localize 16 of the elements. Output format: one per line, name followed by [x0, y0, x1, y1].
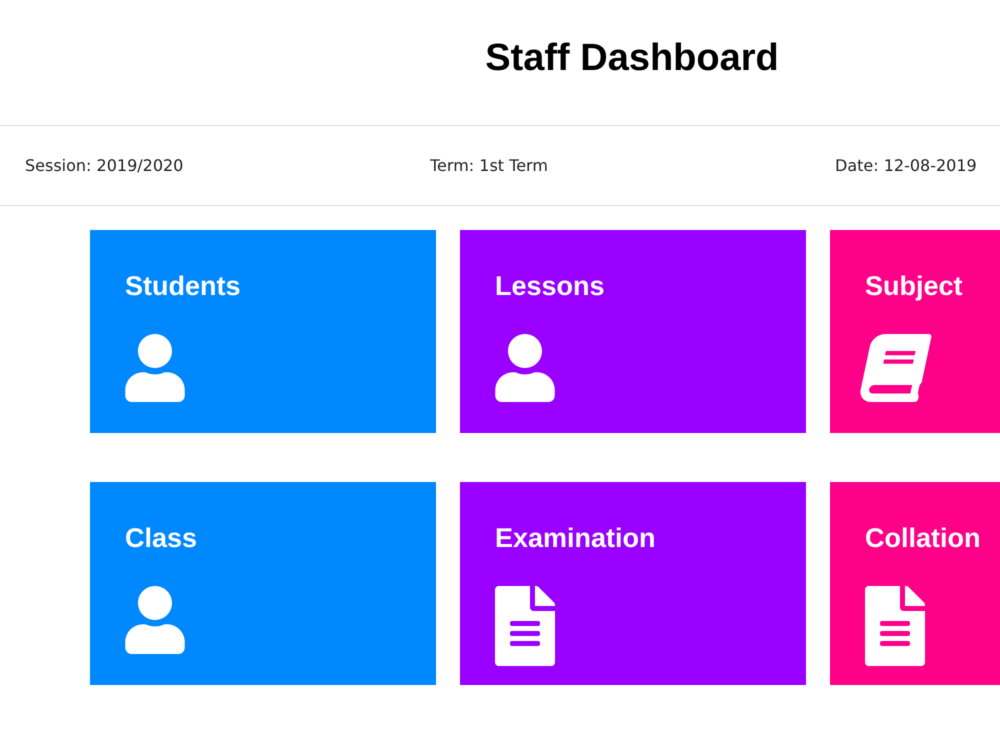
- person-icon: [125, 586, 185, 654]
- person-icon: [495, 334, 555, 402]
- term-text: Term: 1st Term: [430, 154, 548, 176]
- dashboard-tile[interactable]: Class: [90, 482, 436, 685]
- document-icon: [865, 586, 925, 666]
- page-title: Staff Dashboard: [485, 36, 779, 81]
- dashboard-tile[interactable]: Collation: [830, 482, 1000, 685]
- dashboard-tile[interactable]: Subject: [830, 230, 1000, 433]
- document-icon: [495, 586, 555, 666]
- book-icon: [858, 334, 932, 402]
- date-text: Date: 12-08-2019: [835, 154, 977, 176]
- dashboard-tile[interactable]: Examination: [460, 482, 806, 685]
- person-icon: [125, 334, 185, 402]
- session-text: Session: 2019/2020: [25, 154, 184, 176]
- dashboard-tile[interactable]: Lessons: [460, 230, 806, 433]
- dashboard-tile[interactable]: Students: [90, 230, 436, 433]
